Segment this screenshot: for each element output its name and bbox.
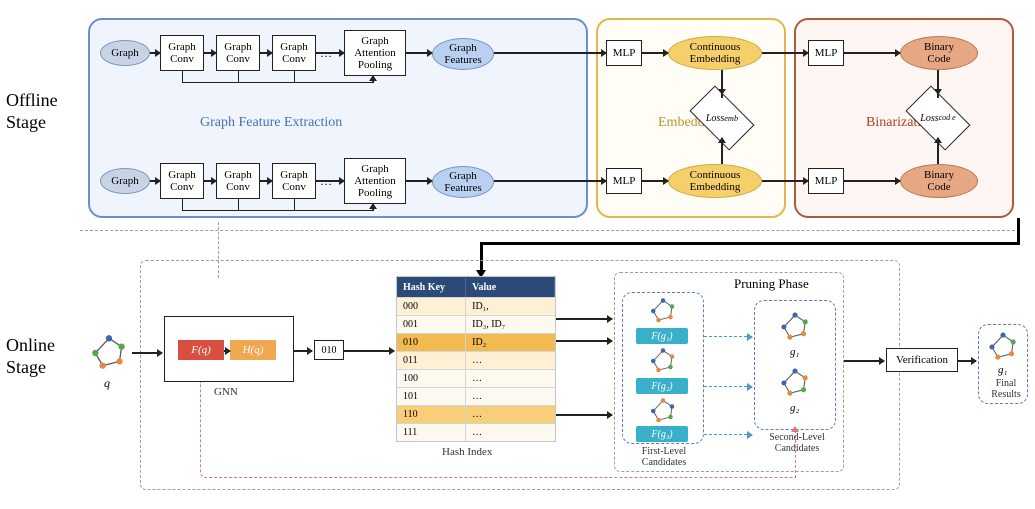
verification-box: Verification xyxy=(886,348,958,372)
ellipsis-1: … xyxy=(320,46,332,61)
skip-v2b xyxy=(238,199,239,211)
loss-emb-diamond: Lossemb xyxy=(694,100,750,136)
arrow xyxy=(642,52,668,54)
arrow xyxy=(150,180,160,182)
skip-line-1 xyxy=(182,82,372,83)
continuous-embedding-1: Continuous Embedding xyxy=(668,36,762,70)
hash-row: 011… xyxy=(397,351,555,369)
ellipsis-2: … xyxy=(320,174,332,189)
graph-input-2: Graph xyxy=(100,168,150,194)
mlp-bin-2: MLP xyxy=(808,168,844,194)
arrow xyxy=(958,360,976,362)
red-dash-right xyxy=(795,430,796,478)
graph-conv-2b: Graph Conv xyxy=(216,163,260,199)
binary-code-1: Binary Code xyxy=(900,36,978,70)
graph-attention-pooling-2: Graph Attention Pooling xyxy=(344,158,406,204)
offline-stage-label: Offline Stage xyxy=(6,90,58,133)
red-arrowhead xyxy=(791,426,799,432)
skip-into-gap-1 xyxy=(372,76,374,83)
graph-conv-1c: Graph Conv xyxy=(272,35,316,71)
arrow xyxy=(494,52,606,54)
arrow xyxy=(344,350,394,352)
online-stage-label: Online Stage xyxy=(6,335,55,378)
graph-features-2: Graph Features xyxy=(432,166,494,198)
arrow xyxy=(721,70,723,98)
arrow xyxy=(642,180,668,182)
arrow xyxy=(937,138,939,164)
arrow xyxy=(762,52,808,54)
arrow xyxy=(406,180,432,182)
final-graph-icon xyxy=(986,330,1020,364)
mlp-emb-1: MLP xyxy=(606,40,642,66)
hash-row: 001ID₃, ID₇ xyxy=(397,315,555,333)
arrow xyxy=(494,180,606,182)
mlp-emb-2: MLP xyxy=(606,168,642,194)
continuous-embedding-2: Continuous Embedding xyxy=(668,164,762,198)
arrow xyxy=(762,180,808,182)
fq-to-second-connector xyxy=(200,382,796,478)
gnn-output-code: 010 xyxy=(314,340,344,360)
dashed-arrow xyxy=(704,336,752,337)
gnn-fq: F(q) xyxy=(178,340,224,360)
skip-line-2 xyxy=(182,210,372,211)
fg1: F(g₁) xyxy=(636,328,688,344)
candidate-graph-icon xyxy=(646,296,680,326)
graph-conv-1a: Graph Conv xyxy=(160,35,204,71)
arrow xyxy=(844,360,884,362)
g1-label: g₁ xyxy=(790,346,799,358)
arrow xyxy=(204,180,216,182)
arrow xyxy=(844,180,900,182)
binary-code-2: Binary Code xyxy=(900,164,978,198)
arrow xyxy=(406,52,432,54)
skip-v1a xyxy=(182,71,183,83)
arrow xyxy=(721,138,723,164)
arrow xyxy=(316,52,344,54)
arrow xyxy=(150,52,160,54)
loss-code-diamond: Losscod e xyxy=(910,100,966,136)
hash-row: 000ID₁, xyxy=(397,297,555,315)
mlp-bin-1: MLP xyxy=(808,40,844,66)
query-symbol: q xyxy=(104,376,110,391)
arrow xyxy=(844,52,900,54)
graph-attention-pooling-1: Graph Attention Pooling xyxy=(344,30,406,76)
candidate-graph-icon xyxy=(778,310,812,344)
arrow xyxy=(260,52,272,54)
graph-conv-2c: Graph Conv xyxy=(272,163,316,199)
arrow xyxy=(132,352,162,354)
graph-features-1: Graph Features xyxy=(432,38,494,70)
hash-header-val: Value xyxy=(466,277,555,297)
graph-input-1: Graph xyxy=(100,40,150,66)
arrow xyxy=(316,180,344,182)
arrow xyxy=(556,340,612,342)
final-caption: Final Results xyxy=(986,378,1026,400)
pruning-title: Pruning Phase xyxy=(734,276,809,292)
candidate-graph-icon xyxy=(646,346,680,376)
skip-v2a xyxy=(182,199,183,211)
skip-v1c xyxy=(294,71,295,83)
query-graph-icon xyxy=(88,332,130,374)
offline-to-hash-connector xyxy=(480,218,1020,254)
graph-conv-2a: Graph Conv xyxy=(160,163,204,199)
gnn-hq: H(q) xyxy=(230,340,276,360)
hash-row: 010ID₂ xyxy=(397,333,555,351)
final-symbol: g₁ xyxy=(998,364,1007,376)
hash-header-key: Hash Key xyxy=(397,277,466,297)
arrow xyxy=(260,180,272,182)
arrow xyxy=(224,350,230,352)
arrow xyxy=(937,70,939,98)
arrow xyxy=(294,350,312,352)
gfe-title: Graph Feature Extraction xyxy=(200,115,342,131)
arrow xyxy=(556,318,612,320)
skip-v2c xyxy=(294,199,295,211)
arrow xyxy=(204,52,216,54)
skip-into-gap-2 xyxy=(372,204,374,211)
graph-conv-1b: Graph Conv xyxy=(216,35,260,71)
skip-v1b xyxy=(238,71,239,83)
